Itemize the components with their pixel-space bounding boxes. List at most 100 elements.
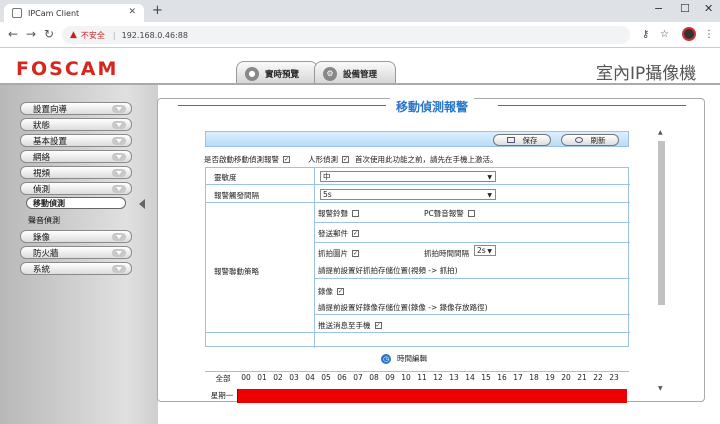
hour-header[interactable]: 09 <box>382 373 398 382</box>
close-tab-icon[interactable]: ✕ <box>128 7 136 17</box>
sidebar-item-video[interactable]: 視頻 <box>20 166 132 179</box>
sidebar-item-detection[interactable]: 偵測 <box>20 182 132 195</box>
key-icon[interactable]: ⚷ <box>642 29 649 40</box>
hour-header[interactable]: 07 <box>350 373 366 382</box>
sidebar-item-system[interactable]: 系統 <box>20 262 132 275</box>
tab-live-view[interactable]: ● 實時預覽 <box>236 61 318 85</box>
sidebar-item-network[interactable]: 網絡 <box>20 150 132 163</box>
enable-checkbox[interactable]: ✓ <box>283 156 290 163</box>
sidebar-item-label: 視頻 <box>33 168 51 179</box>
push-checkbox[interactable]: ✓ <box>374 322 382 329</box>
browser-tab[interactable]: IPCam Client ✕ <box>4 4 144 22</box>
hour-header[interactable]: 20 <box>558 373 574 382</box>
address-bar[interactable]: ▲ 不安全 | 192.168.0.46:88 <box>62 26 630 44</box>
pc-sound-label: PC聲音報警 <box>424 209 464 218</box>
record-checkbox[interactable]: ✓ <box>337 288 344 295</box>
hour-header[interactable]: 16 <box>494 373 510 382</box>
snapshot-interval-select[interactable]: 2s ▼ <box>474 245 496 256</box>
select-all-cell[interactable]: 全部 <box>209 373 237 384</box>
reload-icon[interactable]: ↻ <box>44 27 54 41</box>
hour-header[interactable]: 11 <box>414 373 430 382</box>
close-window-icon[interactable]: ✕ <box>704 2 713 15</box>
hour-header[interactable]: 06 <box>334 373 350 382</box>
save-button[interactable]: 保存 <box>493 134 551 146</box>
tab-live-label: 實時預覽 <box>265 69 300 80</box>
push-label: 推送消息至手機 <box>318 321 371 330</box>
human-detection-label: 人形偵測 <box>308 155 338 164</box>
star-icon[interactable]: ☆ <box>660 29 669 40</box>
sidebar-subitem-sound-detection[interactable]: 聲音偵測 <box>28 215 60 226</box>
alarm-sound-checkbox[interactable] <box>352 210 359 217</box>
sidebar-item-label: 偵測 <box>33 184 51 195</box>
send-email-checkbox[interactable]: ✓ <box>352 230 359 237</box>
sidebar-item-basic-settings[interactable]: 基本設置 <box>20 134 132 147</box>
clock-icon: ◷ <box>381 353 391 364</box>
sidebar-item-label: 錄像 <box>33 232 51 243</box>
chevron-down-icon <box>112 265 126 273</box>
scroll-down-icon[interactable]: ▼ <box>658 385 663 392</box>
menu-icon[interactable]: ⋮ <box>704 29 714 40</box>
browser-tab-strip: IPCam Client ✕ + − ☐ ✕ <box>0 0 720 22</box>
row-divider <box>314 242 630 243</box>
alarm-sound-row: 報警鈴聲 <box>318 208 359 219</box>
sidebar-item-label: 系統 <box>33 264 51 275</box>
human-detection-note: 首次使用此功能之前，請先在手機上激活。 <box>355 155 498 164</box>
hour-header[interactable]: 00 <box>238 373 254 382</box>
chevron-down-icon <box>112 137 126 145</box>
hour-header[interactable]: 23 <box>606 373 622 382</box>
hour-header[interactable]: 10 <box>398 373 414 382</box>
hour-header[interactable]: 19 <box>542 373 558 382</box>
hour-header[interactable]: 03 <box>286 373 302 382</box>
record-note: 請提前設置好錄像存儲位置(錄像 -> 錄像存放路徑) <box>318 302 488 313</box>
sidebar-subitem-motion-detection[interactable]: 移動偵測 <box>26 197 126 209</box>
hour-header[interactable]: 01 <box>254 373 270 382</box>
trigger-interval-select[interactable]: 5s ▼ <box>320 189 496 200</box>
human-detection-checkbox[interactable]: ✓ <box>342 156 349 163</box>
hour-header[interactable]: 14 <box>462 373 478 382</box>
chevron-down-icon <box>112 105 126 113</box>
hour-header[interactable]: 17 <box>510 373 526 382</box>
sidebar-item-status[interactable]: 狀態 <box>20 118 132 131</box>
refresh-button[interactable]: 刷新 <box>561 134 619 146</box>
row-divider <box>206 184 630 185</box>
back-icon[interactable]: ← <box>8 27 18 41</box>
hour-header[interactable]: 04 <box>302 373 318 382</box>
schedule-edit[interactable]: ◷ 時間編輯 <box>381 353 427 364</box>
avatar[interactable] <box>682 27 696 41</box>
sidebar-item-setup-wizard[interactable]: 設置向導 <box>20 102 132 115</box>
hour-header[interactable]: 18 <box>526 373 542 382</box>
trigger-interval-value: 5s <box>323 190 332 199</box>
panel-scrollbar[interactable]: ▲ ▼ <box>657 129 667 395</box>
address-toolbar: ← → ↻ ▲ 不安全 | 192.168.0.46:88 ⚷ ☆ ⋮ <box>0 22 720 48</box>
hour-header[interactable]: 12 <box>430 373 446 382</box>
sidebar-item-record[interactable]: 錄像 <box>20 230 132 243</box>
hour-header[interactable]: 05 <box>318 373 334 382</box>
pc-sound-checkbox[interactable] <box>467 210 475 217</box>
scroll-up-icon[interactable]: ▲ <box>658 129 663 136</box>
schedule-title: 時間編輯 <box>397 354 427 363</box>
pc-sound-row: PC聲音報警 <box>424 208 475 219</box>
scrollbar-thumb[interactable] <box>658 141 665 305</box>
sensitivity-select[interactable]: 中 ▼ <box>320 171 496 182</box>
day-label-monday[interactable]: 星期一 <box>207 390 237 401</box>
minimize-icon[interactable]: − <box>654 2 663 15</box>
snapshot-note-text: 請提前設置好抓拍存儲位置(視頻 -> 抓拍) <box>318 266 458 275</box>
hour-header[interactable]: 02 <box>270 373 286 382</box>
hour-header[interactable]: 22 <box>590 373 606 382</box>
hour-header[interactable]: 08 <box>366 373 382 382</box>
maximize-icon[interactable]: ☐ <box>680 2 690 15</box>
title-rule <box>498 105 686 106</box>
dropdown-arrow-icon: ▼ <box>487 248 492 255</box>
tab-device-settings[interactable]: ⚙ 設備管理 <box>314 61 396 85</box>
forward-icon[interactable]: → <box>26 27 36 41</box>
selection-pointer-icon <box>139 199 145 209</box>
sidebar-item-firewall[interactable]: 防火牆 <box>20 246 132 259</box>
snapshot-checkbox[interactable]: ✓ <box>352 250 359 257</box>
hour-header[interactable]: 13 <box>446 373 462 382</box>
panel-title: 移動偵測報警 <box>390 98 475 115</box>
schedule-row-monday[interactable] <box>237 389 627 403</box>
new-tab-icon[interactable]: + <box>152 3 163 18</box>
snapshot-interval-value: 2s <box>477 246 486 255</box>
hour-header[interactable]: 15 <box>478 373 494 382</box>
hour-header[interactable]: 21 <box>574 373 590 382</box>
